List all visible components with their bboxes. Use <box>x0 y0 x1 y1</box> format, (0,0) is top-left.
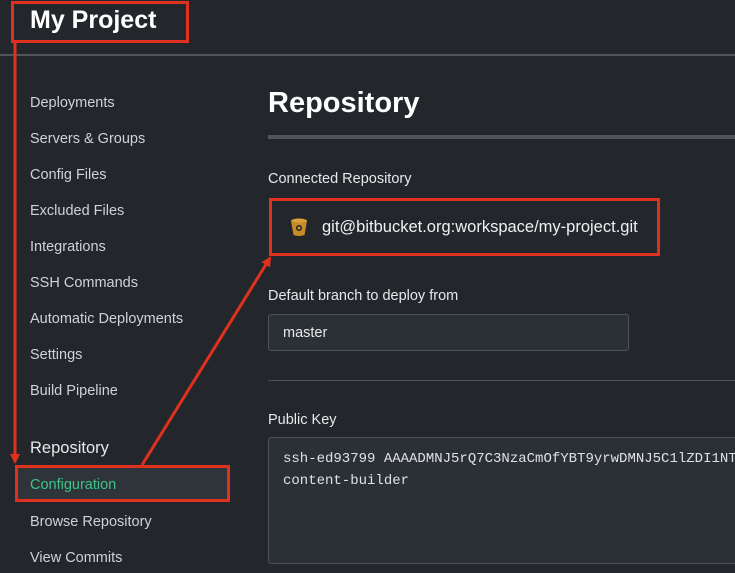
sidebar-item-settings[interactable]: Settings <box>30 346 82 364</box>
highlight-box-configuration <box>15 465 230 502</box>
sidebar-section-repository: Repository <box>30 439 109 457</box>
page-title: Repository <box>268 87 420 119</box>
sidebar-item-view-commits[interactable]: View Commits <box>30 549 122 567</box>
sidebar-item-servers-groups[interactable]: Servers & Groups <box>30 130 145 148</box>
highlight-box-repository <box>269 198 660 256</box>
arrow-to-repository <box>140 256 272 466</box>
public-key-field[interactable]: ssh-ed93799 AAAADMNJ5rQ7C3NzaCmOfYBT9yrw… <box>268 437 735 564</box>
branch-label: Default branch to deploy from <box>268 288 459 304</box>
branch-input[interactable] <box>268 314 629 351</box>
section-divider <box>268 380 735 381</box>
public-key-label: Public Key <box>268 412 337 428</box>
sidebar-item-config-files[interactable]: Config Files <box>30 166 107 184</box>
title-divider <box>268 135 735 139</box>
sidebar-item-build-pipeline[interactable]: Build Pipeline <box>30 382 118 400</box>
sidebar-item-integrations[interactable]: Integrations <box>30 238 106 256</box>
sidebar-item-automatic-deployments[interactable]: Automatic Deployments <box>30 310 183 328</box>
connected-repository-label: Connected Repository <box>268 171 412 187</box>
sidebar-item-ssh-commands[interactable]: SSH Commands <box>30 274 138 292</box>
sidebar-item-browse-repository[interactable]: Browse Repository <box>30 513 152 531</box>
sidebar-item-excluded-files[interactable]: Excluded Files <box>30 202 124 220</box>
sidebar-item-deployments[interactable]: Deployments <box>30 94 115 112</box>
highlight-box-project-title <box>11 1 189 43</box>
